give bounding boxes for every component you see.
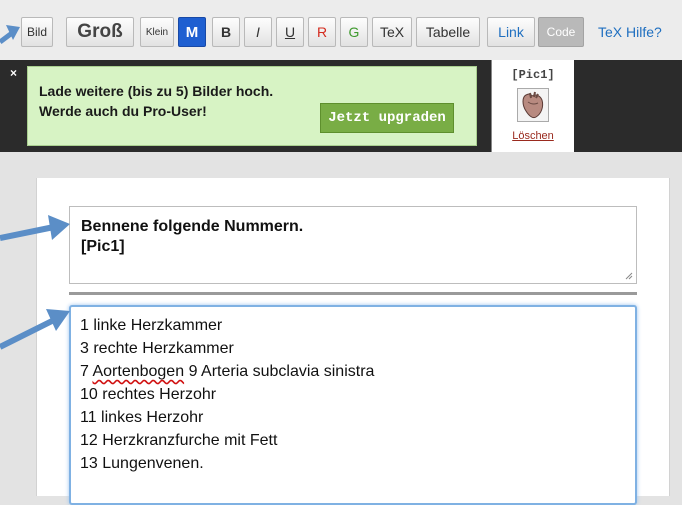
arrow-icon: [0, 309, 70, 350]
annotation-arrows: [0, 25, 70, 350]
arrow-icon: [0, 215, 70, 241]
arrow-icon: [0, 25, 20, 44]
